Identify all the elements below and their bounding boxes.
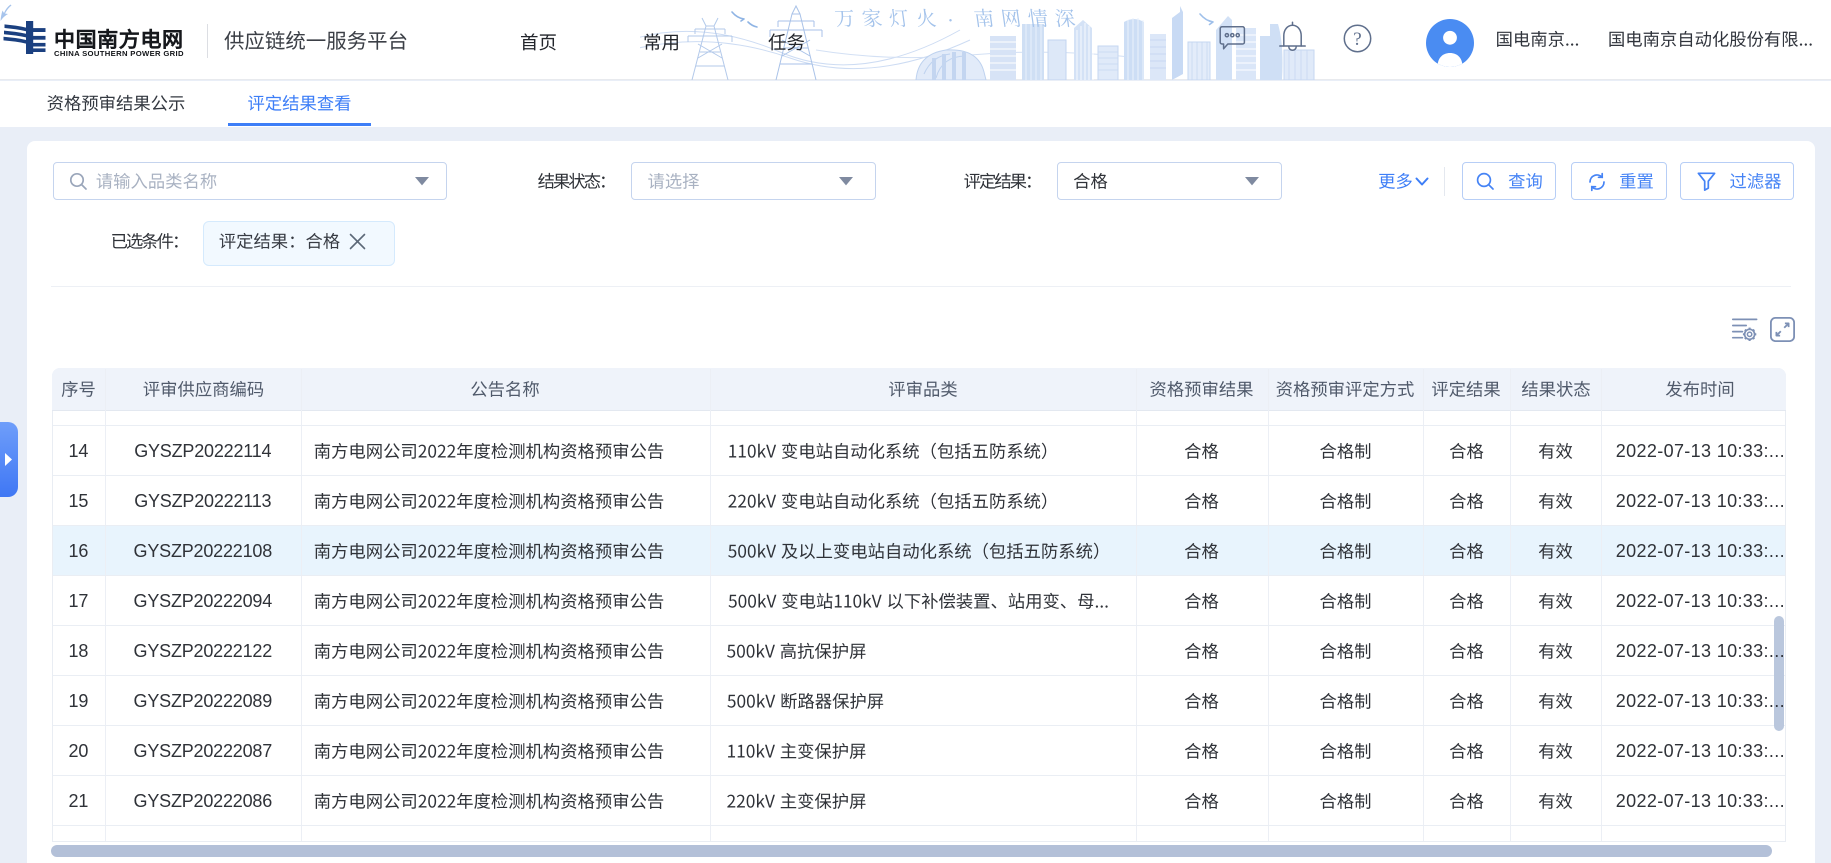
svg-text:?: ? (1353, 29, 1361, 50)
